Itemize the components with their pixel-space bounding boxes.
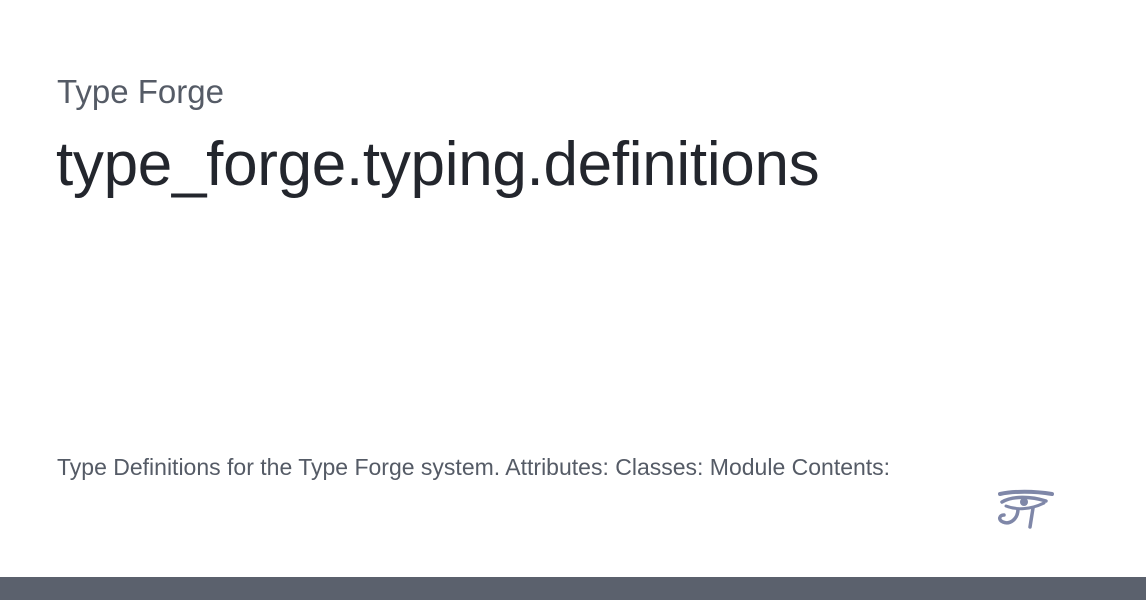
- site-name: Type Forge: [57, 73, 224, 110]
- social-preview-card: Type Forge type_forge.typing.definitions…: [0, 0, 1146, 600]
- footer-bar: [0, 577, 1146, 600]
- page-title: type_forge.typing.definitions: [56, 130, 820, 199]
- eye-of-horus-icon: [996, 489, 1054, 533]
- page-description: Type Definitions for the Type Forge syst…: [57, 454, 891, 480]
